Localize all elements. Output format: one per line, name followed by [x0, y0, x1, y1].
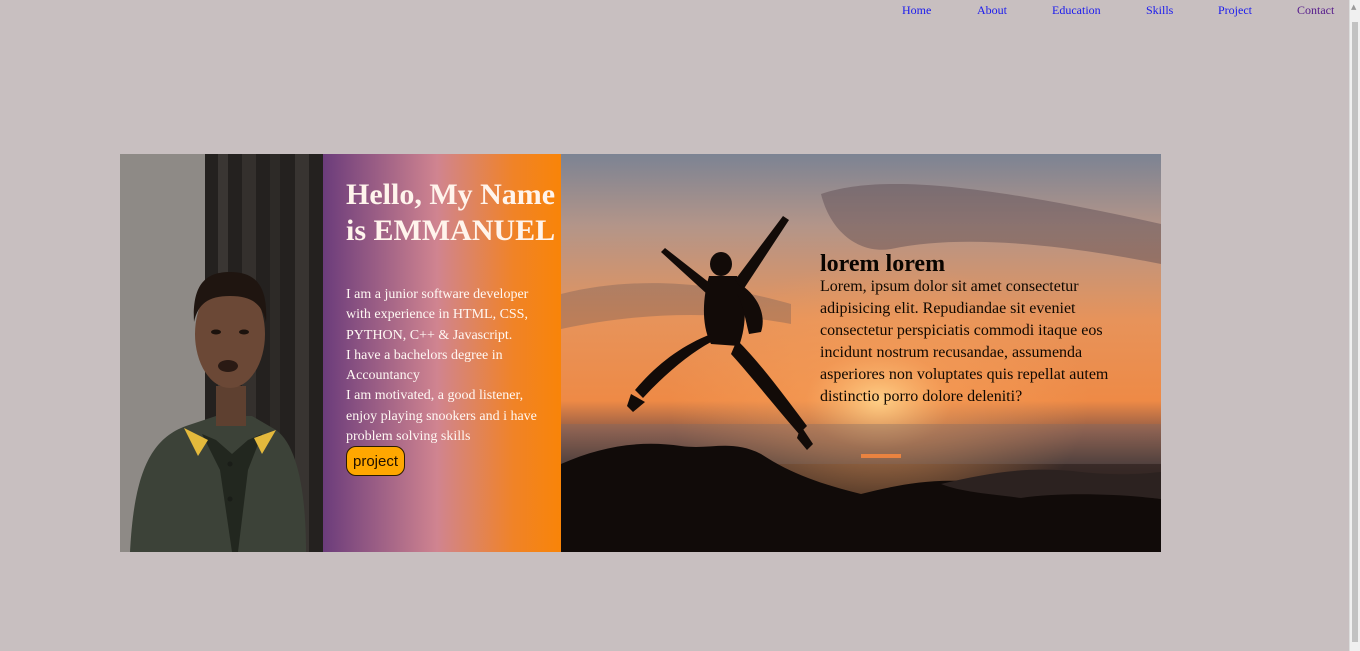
feature-body: Lorem, ipsum dolor sit amet consectetur … — [820, 278, 1109, 405]
feature-panel: lorem lorem Lorem, ipsum dolor sit amet … — [561, 154, 1161, 552]
project-button[interactable]: project — [346, 446, 406, 476]
vertical-scrollbar[interactable]: ▲ — [1349, 0, 1360, 651]
nav-link-about[interactable]: About — [977, 3, 1007, 18]
hero-banner: Hello, My Name is EMMANUEL I am a junior… — [120, 154, 1161, 552]
scrollbar-thumb[interactable] — [1352, 22, 1358, 642]
scroll-up-arrow-icon[interactable]: ▲ — [1351, 3, 1356, 11]
intro-bio: I am a junior software developer with ex… — [346, 285, 546, 447]
nav-link-contact[interactable]: Contact — [1297, 3, 1334, 18]
nav-link-project[interactable]: Project — [1218, 3, 1252, 18]
intro-panel: Hello, My Name is EMMANUEL I am a junior… — [323, 154, 561, 552]
nav-link-home[interactable]: Home — [902, 3, 931, 18]
profile-photo — [120, 154, 323, 552]
bio-line-degree: I have a bachelors degree in Accountancy — [346, 347, 503, 384]
top-nav: Home About Education Skills Project Cont… — [0, 3, 1345, 21]
feature-heading: lorem lorem — [820, 251, 946, 277]
bio-line-traits: I am motivated, a good listener, enjoy p… — [346, 388, 537, 445]
nav-link-education[interactable]: Education — [1052, 3, 1101, 18]
bio-line-skills: I am a junior software developer with ex… — [346, 287, 529, 343]
intro-heading: Hello, My Name is EMMANUEL — [346, 178, 556, 247]
nav-link-skills[interactable]: Skills — [1146, 3, 1173, 18]
portrait-image — [120, 154, 323, 552]
